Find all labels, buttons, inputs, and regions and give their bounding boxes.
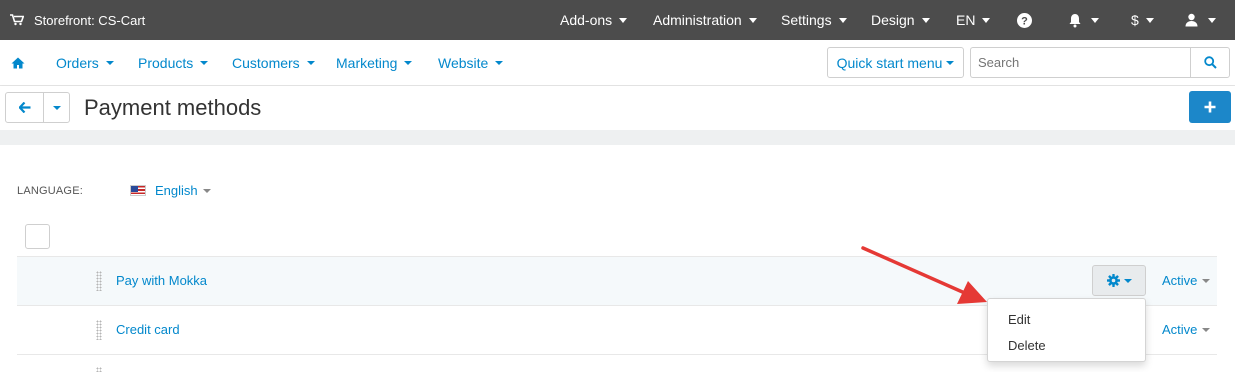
chevron-down-icon [748, 17, 757, 23]
nav-products[interactable]: Products [138, 40, 209, 86]
help-button[interactable]: ? [1017, 0, 1032, 40]
chevron-down-icon [619, 17, 628, 23]
row-actions-button[interactable] [1092, 265, 1146, 296]
gear-icon [1106, 274, 1120, 287]
page-header: Payment methods [0, 86, 1235, 130]
payment-method-name[interactable]: Pay with Mokka [116, 273, 207, 288]
annotation-arrow-icon [861, 246, 987, 304]
storefront-link[interactable]: Storefront: CS-Cart [10, 0, 145, 40]
chevron-down-icon [200, 61, 209, 65]
chevron-down-icon [1202, 327, 1211, 332]
nav-products-label: Products [138, 55, 194, 71]
drag-handle-icon[interactable] [96, 271, 102, 291]
menu-design-label: Design [871, 12, 915, 28]
arrow-left-icon [18, 102, 30, 113]
user-icon [1185, 13, 1198, 27]
back-button[interactable] [6, 93, 44, 122]
menu-currency[interactable]: $ [1131, 0, 1154, 40]
menu-language-label: EN [956, 12, 976, 28]
chevron-down-icon [105, 61, 114, 65]
search-input[interactable] [970, 47, 1191, 78]
nav-website-label: Website [438, 55, 489, 71]
chevron-down-icon [838, 17, 847, 23]
chevron-down-icon [52, 105, 61, 110]
chevron-down-icon [982, 17, 991, 23]
select-all-checkbox[interactable] [25, 224, 50, 249]
menu-language[interactable]: EN [956, 0, 991, 40]
bell-icon [1069, 13, 1081, 27]
menu-currency-label: $ [1131, 12, 1139, 28]
chevron-down-icon [921, 17, 930, 23]
language-selector[interactable]: English [130, 183, 211, 198]
search-button[interactable] [1190, 47, 1230, 78]
add-payment-method-button[interactable] [1189, 91, 1231, 123]
nav-marketing[interactable]: Marketing [336, 40, 413, 86]
nav-website[interactable]: Website [438, 40, 504, 86]
status-label: Active [1162, 273, 1198, 288]
main-navigation: Orders Products Customers Marketing Webs… [0, 40, 1235, 86]
menu-administration[interactable]: Administration [653, 0, 757, 40]
nav-orders[interactable]: Orders [56, 40, 114, 86]
chevron-down-icon [306, 61, 315, 65]
menu-addons[interactable]: Add-ons [560, 0, 628, 40]
nav-marketing-label: Marketing [336, 55, 398, 71]
nav-customers[interactable]: Customers [232, 40, 315, 86]
chevron-down-icon [1123, 278, 1132, 283]
edit-menu-item[interactable]: Edit [1008, 312, 1030, 327]
back-history-dropdown[interactable] [44, 93, 69, 122]
home-button[interactable] [11, 40, 25, 86]
chevron-down-icon [404, 61, 413, 65]
delete-menu-item[interactable]: Delete [1008, 338, 1046, 353]
chevron-down-icon [202, 188, 211, 193]
menu-design[interactable]: Design [871, 0, 930, 40]
row-actions-dropdown: Edit Delete [987, 298, 1146, 362]
menu-settings[interactable]: Settings [781, 0, 847, 40]
back-button-group [5, 92, 70, 123]
menu-administration-label: Administration [653, 12, 742, 28]
nav-customers-label: Customers [232, 55, 300, 71]
status-toggle[interactable]: Active [1162, 322, 1211, 337]
notifications-button[interactable] [1068, 0, 1099, 40]
drag-handle-icon[interactable] [96, 320, 102, 340]
language-value: English [155, 183, 198, 198]
status-toggle[interactable]: Active [1162, 273, 1211, 288]
search-icon [1203, 56, 1217, 69]
quick-start-label: Quick start menu [836, 54, 943, 71]
language-label: LANGUAGE: [17, 185, 83, 197]
drag-handle-icon[interactable] [96, 367, 102, 372]
chevron-down-icon [1208, 17, 1216, 23]
chevron-down-icon [946, 60, 955, 65]
cart-icon [10, 14, 24, 26]
page-title: Payment methods [84, 95, 262, 120]
user-menu[interactable] [1185, 0, 1216, 40]
menu-settings-label: Settings [781, 12, 832, 28]
payment-method-name[interactable]: Credit card [116, 322, 180, 337]
chevron-down-icon [495, 61, 504, 65]
home-icon [11, 57, 25, 69]
status-label: Active [1162, 322, 1198, 337]
chevron-down-icon [1145, 17, 1154, 23]
chevron-down-icon [1202, 278, 1211, 283]
svg-text:?: ? [1021, 15, 1028, 27]
chevron-down-icon [1091, 17, 1099, 23]
plus-icon [1204, 101, 1216, 113]
storefront-label: Storefront: CS-Cart [34, 12, 146, 28]
menu-addons-label: Add-ons [560, 12, 613, 28]
nav-orders-label: Orders [56, 55, 99, 71]
help-icon: ? [1017, 12, 1032, 28]
us-flag-icon [130, 185, 146, 196]
quick-start-menu-button[interactable]: Quick start menu [827, 47, 964, 78]
header-separator [0, 130, 1235, 145]
top-admin-bar: Storefront: CS-Cart Add-ons Administrati… [0, 0, 1235, 40]
